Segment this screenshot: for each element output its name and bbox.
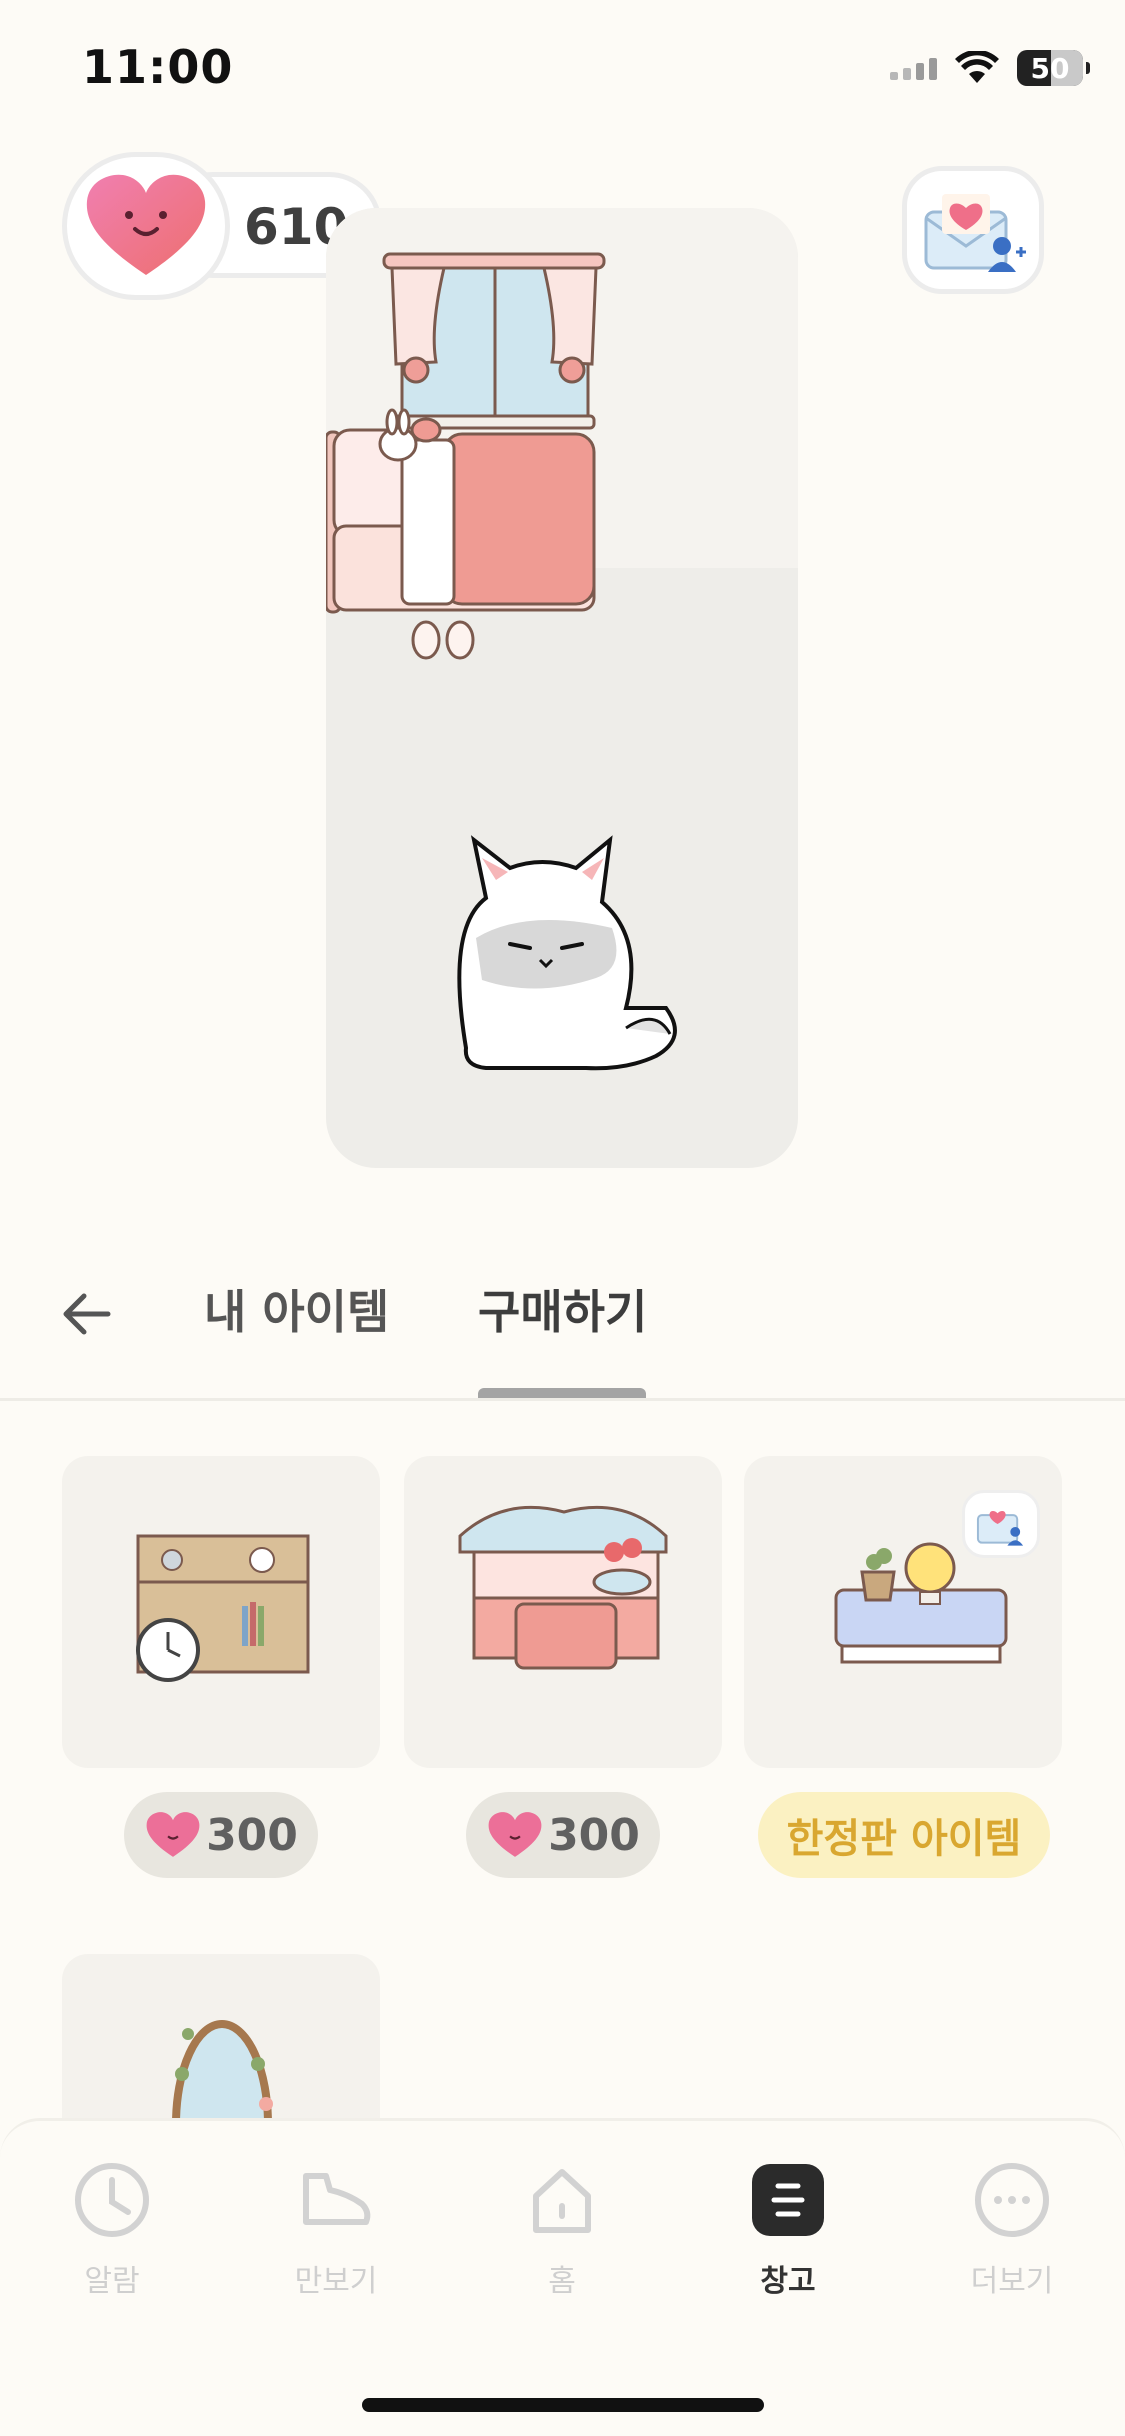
mail-heart-add-friend-icon bbox=[976, 1510, 1024, 1546]
oval-mirror-illustration bbox=[172, 2020, 273, 2118]
tab-divider bbox=[0, 1398, 1125, 1401]
clock-icon bbox=[75, 2163, 149, 2237]
back-arrow-icon[interactable] bbox=[58, 1284, 118, 1344]
shoe-icon bbox=[303, 2173, 371, 2225]
limited-edition-label: 한정판 아이템 bbox=[786, 1816, 1022, 1862]
shop-item-card[interactable] bbox=[744, 1456, 1062, 1768]
nav-home-label: 홈 bbox=[548, 2264, 576, 2299]
wifi-icon bbox=[955, 51, 999, 83]
price-badge[interactable]: 300 bbox=[466, 1792, 660, 1878]
nav-storage-label: 창고 bbox=[760, 2264, 816, 2299]
nav-alarm[interactable]: 알람 bbox=[32, 2160, 192, 2300]
home-indicator bbox=[362, 2398, 764, 2412]
bed-illustration bbox=[326, 408, 596, 660]
storage-icon bbox=[752, 2164, 824, 2236]
more-icon bbox=[975, 2163, 1049, 2237]
nav-storage[interactable]: 창고 bbox=[708, 2160, 868, 2300]
status-time: 11:00 bbox=[82, 40, 234, 94]
invite-friend-button[interactable] bbox=[902, 166, 1044, 294]
nav-pedometer-label: 만보기 bbox=[294, 2264, 378, 2299]
status-icons: 50 bbox=[890, 48, 1090, 88]
heart-icon bbox=[146, 1812, 200, 1857]
pink-vanity-illustration bbox=[458, 1505, 668, 1670]
nav-pedometer[interactable]: 만보기 bbox=[256, 2160, 416, 2300]
limited-edition-badge[interactable]: 한정판 아이템 bbox=[758, 1792, 1050, 1878]
price-value: 300 bbox=[548, 1809, 640, 1861]
battery-level: 50 bbox=[1030, 51, 1070, 85]
battery-icon: 50 bbox=[1017, 50, 1090, 86]
home-icon bbox=[533, 2169, 591, 2233]
nav-alarm-label: 알람 bbox=[84, 2264, 140, 2299]
nav-home[interactable]: 홈 bbox=[482, 2160, 642, 2300]
heart-icon bbox=[488, 1812, 542, 1857]
room-scene bbox=[326, 208, 798, 1168]
mail-heart-add-friend-icon bbox=[924, 194, 1026, 272]
cellular-signal-icon bbox=[890, 56, 937, 80]
price-value: 300 bbox=[206, 1809, 298, 1861]
room-illustration bbox=[326, 252, 677, 1071]
smiling-heart-icon bbox=[86, 174, 206, 275]
shop-item-card[interactable] bbox=[404, 1456, 722, 1768]
nav-more[interactable]: 더보기 bbox=[932, 2160, 1092, 2300]
nav-more-label: 더보기 bbox=[970, 2264, 1054, 2299]
price-badge[interactable]: 300 bbox=[124, 1792, 318, 1878]
shop-item-card[interactable] bbox=[62, 1456, 380, 1768]
heart-badge bbox=[62, 152, 230, 300]
shop-item-card[interactable] bbox=[62, 1954, 380, 2118]
invite-badge bbox=[962, 1490, 1040, 1558]
cat-illustration bbox=[457, 835, 677, 1071]
window-illustration bbox=[382, 252, 606, 430]
bookshelf-clock-illustration bbox=[136, 1534, 310, 1682]
tab-buy[interactable]: 구매하기 bbox=[478, 1276, 647, 1342]
tab-my-items[interactable]: 내 아이템 bbox=[204, 1276, 389, 1342]
